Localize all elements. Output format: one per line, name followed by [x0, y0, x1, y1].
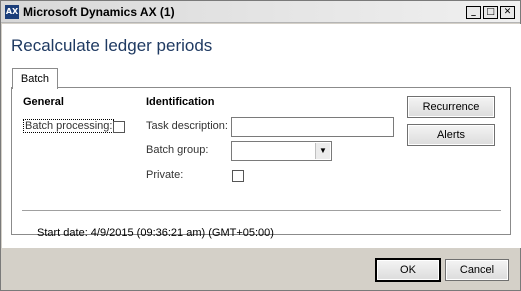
task-description-label: Task description:: [146, 120, 228, 132]
task-description-field[interactable]: [231, 117, 394, 137]
batch-processing-checkbox[interactable]: [113, 121, 125, 133]
chevron-down-icon[interactable]: ▼: [315, 143, 330, 159]
page-title: Recalculate ledger periods: [11, 36, 213, 55]
maximize-button[interactable]: □: [483, 6, 498, 19]
private-checkbox[interactable]: [232, 170, 244, 182]
ok-button[interactable]: OK: [376, 259, 440, 281]
cancel-button[interactable]: Cancel: [445, 259, 509, 281]
batch-processing-label: Batch processing:: [23, 119, 115, 133]
title-bar[interactable]: AX Microsoft Dynamics AX (1) _ □ ✕: [1, 1, 520, 23]
batch-tab-panel: General Batch processing: Identification…: [11, 87, 511, 239]
minimize-button[interactable]: _: [466, 6, 481, 19]
batch-processing-label-text: Batch processing:: [23, 119, 115, 133]
identification-heading: Identification: [146, 96, 215, 108]
close-button[interactable]: ✕: [500, 6, 515, 19]
general-heading: General: [23, 96, 64, 108]
window-title: Microsoft Dynamics AX (1): [23, 5, 175, 19]
batch-group-label: Batch group:: [146, 144, 209, 156]
dialog-client-area: Recalculate ledger periods Batch General…: [2, 24, 521, 248]
divider: [22, 210, 501, 211]
tab-batch[interactable]: Batch: [12, 68, 58, 89]
batch-group-select[interactable]: ▼: [231, 141, 332, 161]
private-label: Private:: [146, 169, 184, 181]
dynamics-ax-icon: AX: [5, 5, 19, 19]
alerts-button[interactable]: Alerts: [407, 124, 495, 146]
recurrence-button[interactable]: Recurrence: [407, 96, 495, 118]
start-date-text: Start date: 4/9/2015 (09:36:21 am) (GMT+…: [37, 227, 274, 239]
dialog-window: AX Microsoft Dynamics AX (1) _ □ ✕ Recal…: [0, 0, 521, 291]
